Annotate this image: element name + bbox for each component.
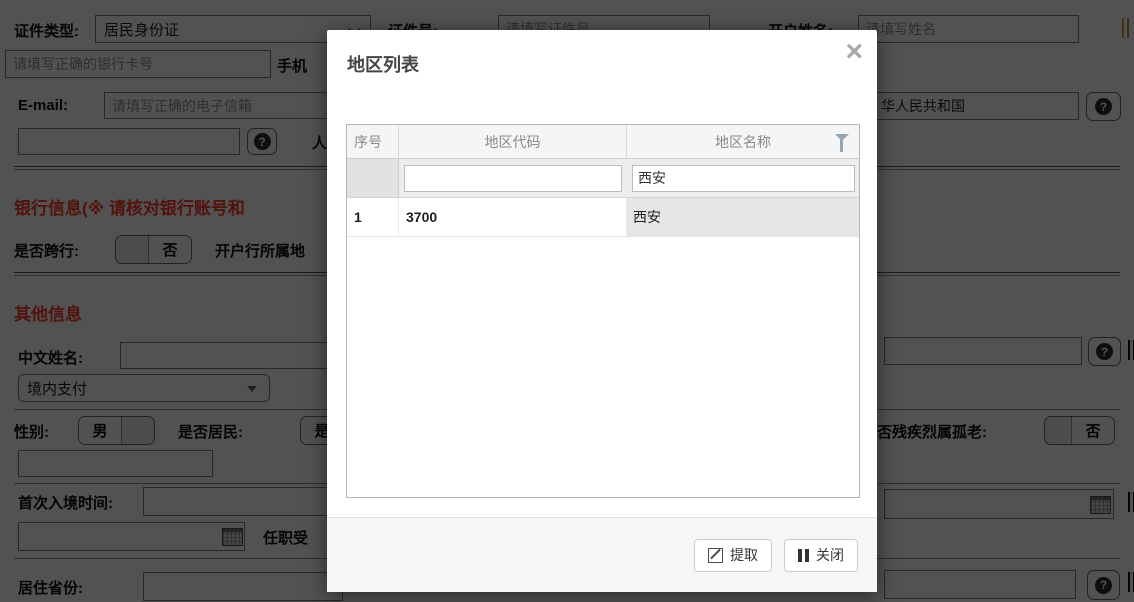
row-name-cell: 西安: [627, 198, 859, 236]
close-button-label: 关闭: [816, 547, 844, 563]
page: 证件类型: 居民身份证 证件号: 开户姓名: 手机 E-mail: ? ? 人员…: [0, 0, 1134, 602]
table-row[interactable]: 1 3700 西安: [347, 198, 859, 237]
close-icon[interactable]: ×: [845, 34, 863, 70]
filter-spacer-cell: [347, 159, 399, 197]
row-no-cell: 1: [347, 198, 399, 236]
dialog-footer: 提取 关闭: [327, 517, 877, 592]
close-button[interactable]: 关闭: [784, 538, 858, 572]
edit-icon: [708, 547, 723, 563]
extract-button[interactable]: 提取: [694, 538, 772, 572]
column-header-no[interactable]: 序号: [347, 125, 399, 158]
filter-funnel-icon[interactable]: [835, 134, 849, 152]
region-list-dialog: 地区列表 × 序号 地区代码 地区名称 1 3700 西安: [327, 30, 877, 592]
name-filter-input[interactable]: [632, 164, 855, 192]
region-table: 序号 地区代码 地区名称 1 3700 西安: [346, 124, 860, 498]
extract-button-label: 提取: [730, 547, 758, 563]
code-filter-input[interactable]: [404, 164, 622, 192]
column-header-code[interactable]: 地区代码: [399, 125, 627, 158]
table-filter-row: [347, 159, 859, 198]
table-header-row: 序号 地区代码 地区名称: [347, 125, 859, 159]
pause-icon: [798, 548, 809, 562]
column-header-name[interactable]: 地区名称: [627, 125, 859, 158]
dialog-title: 地区列表: [347, 55, 419, 75]
row-code-cell: 3700: [399, 198, 627, 236]
